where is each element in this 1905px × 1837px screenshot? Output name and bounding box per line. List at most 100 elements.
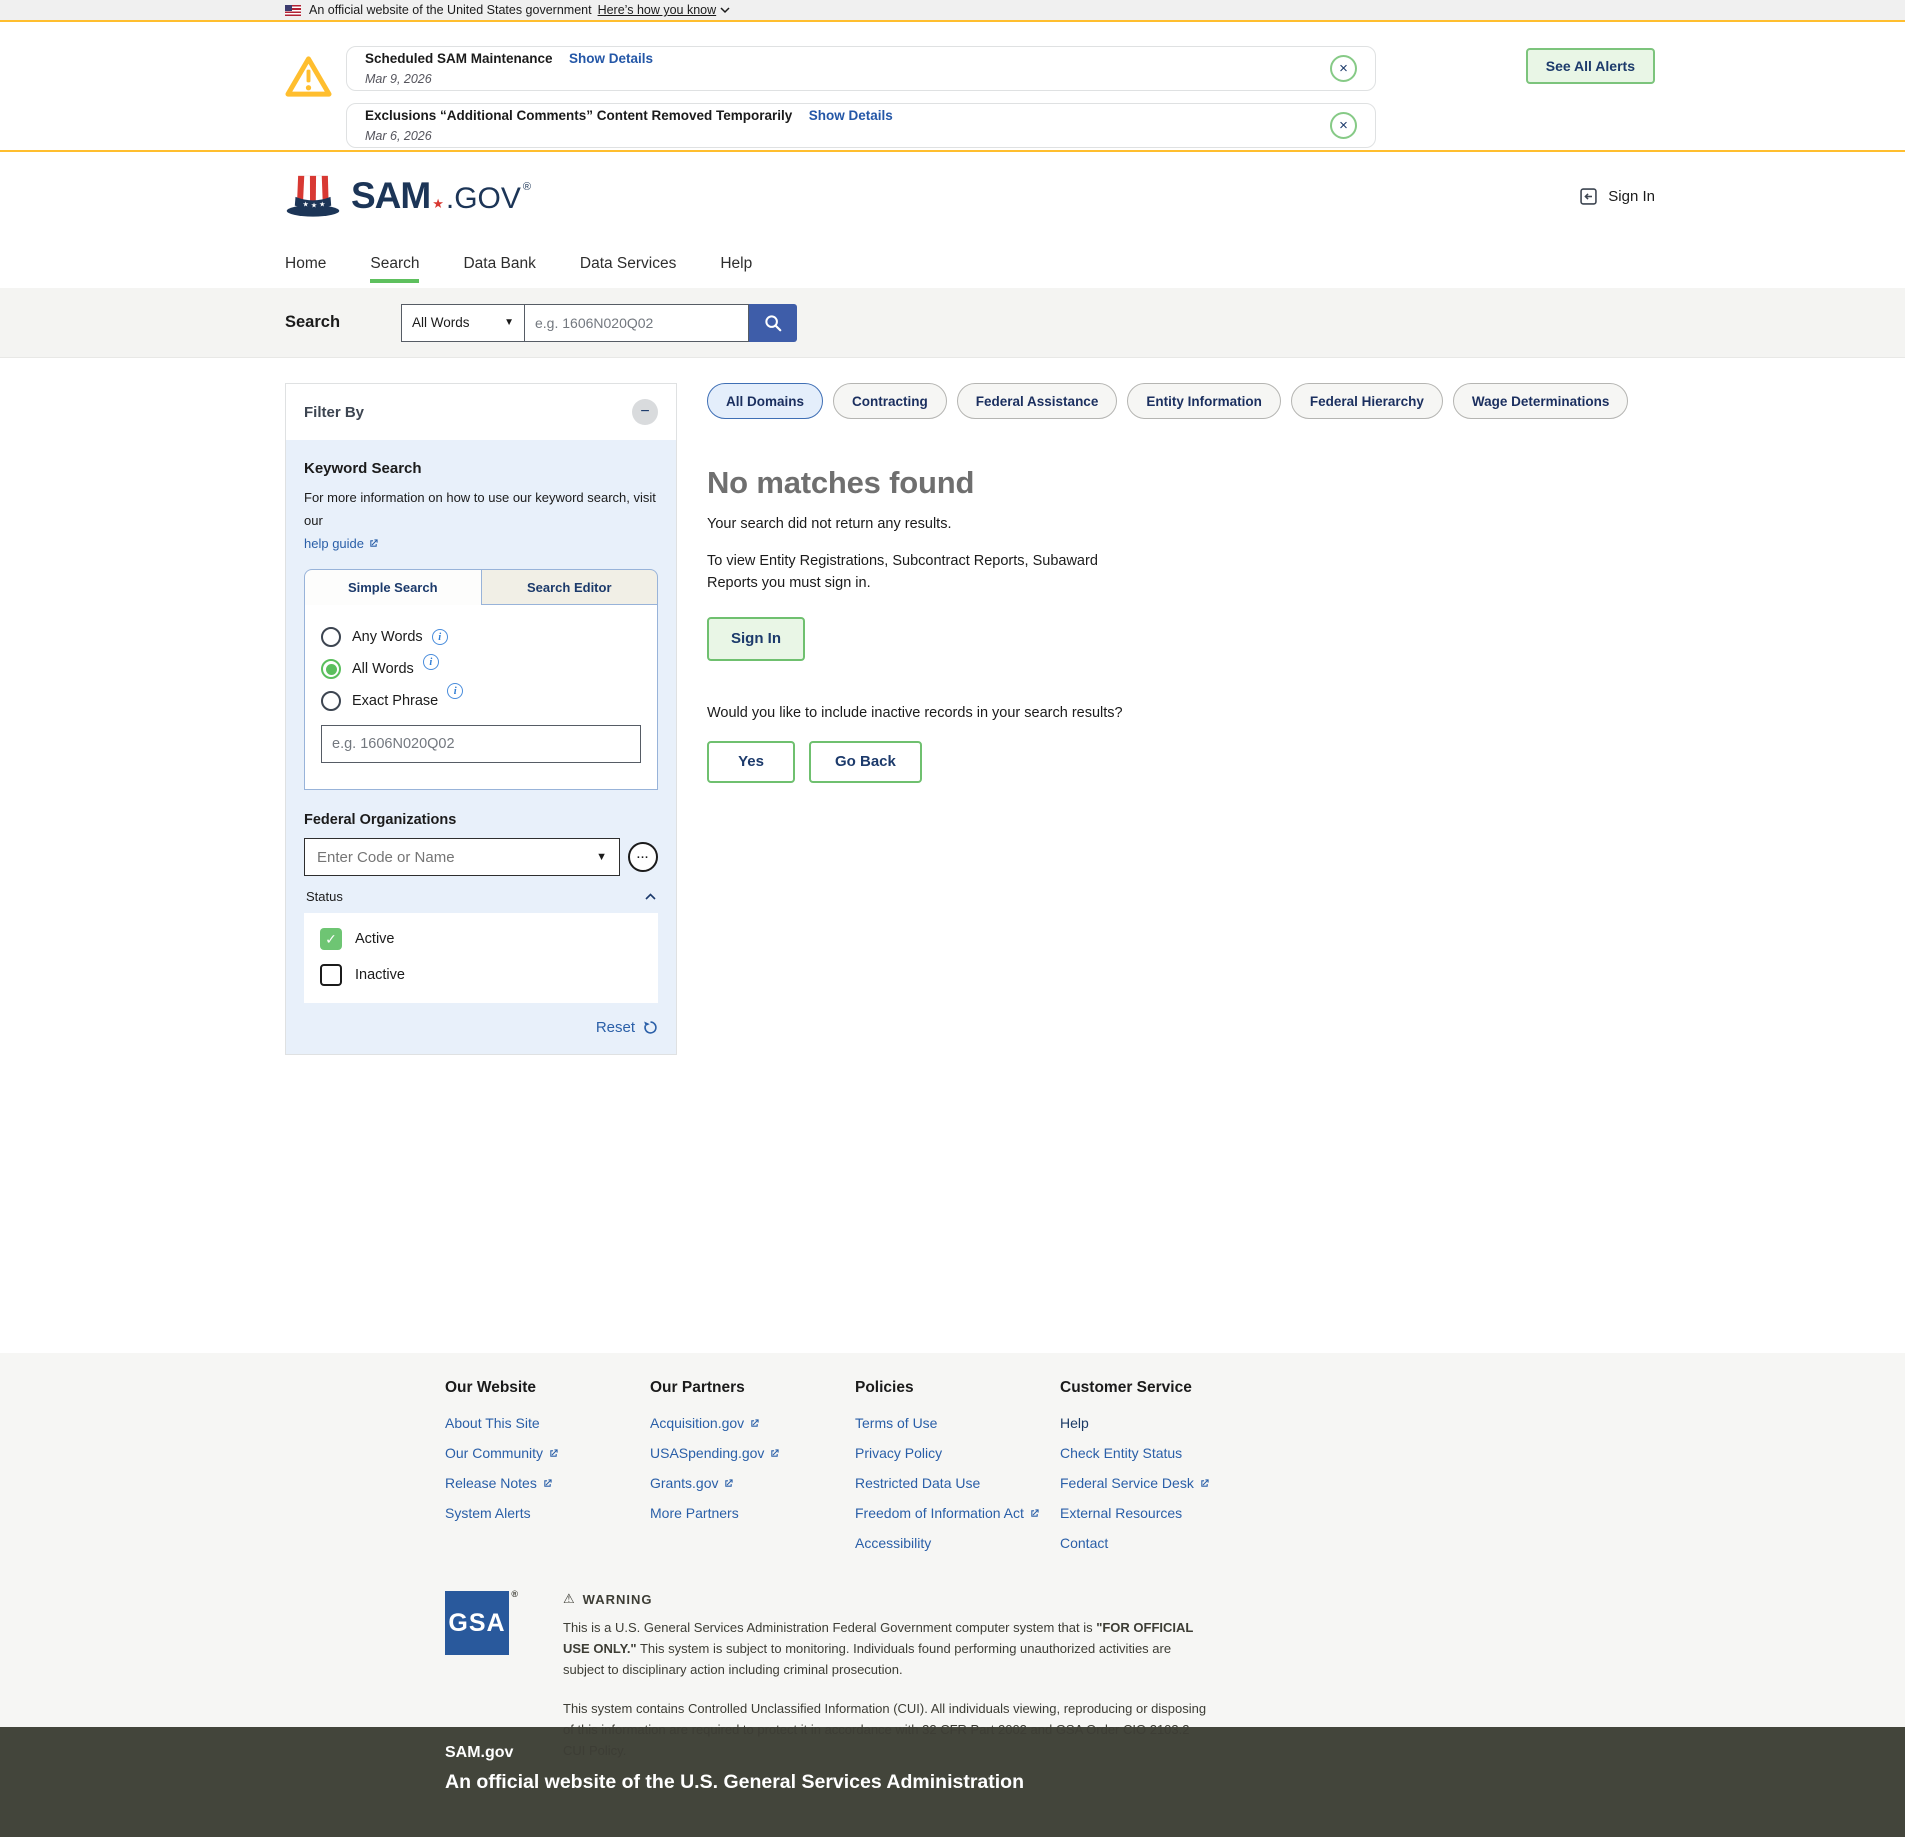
- search-label: Search: [285, 313, 341, 331]
- warning-paragraph-2: This system contains Controlled Unclassi…: [563, 1701, 1207, 1758]
- checkbox-active-label: Active: [355, 931, 395, 948]
- more-options-button[interactable]: ...: [628, 842, 658, 873]
- info-icon[interactable]: i: [431, 629, 448, 646]
- footer-link-usaspending-gov[interactable]: USASpending.gov: [650, 1445, 855, 1461]
- footer-col-our-partners: Our Partners Acquisition.gov USASpending…: [650, 1379, 855, 1565]
- collapse-filter-button[interactable]: −: [632, 399, 658, 425]
- close-icon[interactable]: ×: [1330, 112, 1357, 139]
- search-type-select[interactable]: All Words ▼: [401, 303, 525, 342]
- caret-down-icon: ▼: [504, 317, 514, 328]
- domain-tab-federal-assistance[interactable]: Federal Assistance: [956, 383, 1118, 419]
- search-button[interactable]: [749, 303, 797, 342]
- search-type-value: All Words: [412, 315, 470, 330]
- footer-link-federal-service-desk[interactable]: Federal Service Desk: [1060, 1475, 1265, 1491]
- checkbox-inactive-label: Inactive: [355, 967, 405, 984]
- alert-date: Mar 9, 2026: [365, 72, 432, 87]
- nav-item-data-bank[interactable]: Data Bank: [463, 240, 535, 288]
- radio-any-words-label: Any Words: [352, 629, 423, 646]
- footer-link-help[interactable]: Help: [1060, 1415, 1265, 1431]
- footer-link-foia[interactable]: Freedom of Information Act: [855, 1505, 1060, 1521]
- domain-tab-wage-determinations[interactable]: Wage Determinations: [1452, 383, 1629, 419]
- domain-tab-federal-hierarchy[interactable]: Federal Hierarchy: [1290, 383, 1443, 419]
- go-back-button[interactable]: Go Back: [809, 740, 922, 783]
- alert-title: Scheduled SAM Maintenance: [365, 51, 553, 67]
- domain-tab-contracting[interactable]: Contracting: [833, 383, 947, 419]
- keyword-search-heading: Keyword Search: [304, 460, 422, 477]
- footer-link-accessibility[interactable]: Accessibility: [855, 1535, 1060, 1551]
- search-input[interactable]: [525, 303, 749, 342]
- footer-heading: Customer Service: [1060, 1379, 1192, 1396]
- tab-search-editor[interactable]: Search Editor: [481, 569, 658, 606]
- keyword-info-text: For more information on how to use our k…: [304, 490, 656, 528]
- sign-in-button[interactable]: Sign In: [707, 616, 805, 661]
- logo-star-icon: ★: [432, 196, 444, 211]
- external-link-icon: [548, 1448, 559, 1459]
- domain-tabs: All Domains Contracting Federal Assistan…: [707, 383, 1655, 419]
- footer-heading: Policies: [855, 1379, 914, 1396]
- help-guide-link[interactable]: help guide: [304, 533, 379, 556]
- radio-exact-phrase-label: Exact Phrase: [352, 693, 439, 710]
- footer-link-contact[interactable]: Contact: [1060, 1535, 1265, 1551]
- domain-tab-all-domains[interactable]: All Domains: [707, 383, 824, 419]
- footer-link-more-partners[interactable]: More Partners: [650, 1505, 855, 1521]
- footer: Our Website About This Site Our Communit…: [0, 1353, 1905, 1758]
- external-link-icon: [723, 1478, 734, 1489]
- footer-link-terms-of-use[interactable]: Terms of Use: [855, 1415, 1060, 1431]
- main-content: Filter By − Keyword Search For more info…: [0, 358, 1905, 1353]
- footer-col-our-website: Our Website About This Site Our Communit…: [445, 1379, 650, 1565]
- minus-icon: −: [640, 403, 650, 420]
- footer-link-release-notes[interactable]: Release Notes: [445, 1475, 650, 1491]
- keyword-input[interactable]: [321, 725, 641, 764]
- tab-simple-search[interactable]: Simple Search: [304, 569, 482, 606]
- nav-item-home[interactable]: Home: [285, 240, 326, 288]
- chevron-up-icon[interactable]: [645, 893, 656, 900]
- federal-org-combobox[interactable]: Enter Code or Name ▼: [304, 838, 620, 877]
- warning-icon: ⚠: [563, 1591, 576, 1606]
- nav-item-search[interactable]: Search: [370, 240, 420, 288]
- registered-mark: ®: [511, 1589, 519, 1599]
- radio-all-words[interactable]: [321, 659, 341, 680]
- radio-any-words[interactable]: [321, 627, 341, 648]
- sign-in-link[interactable]: Sign In: [1578, 186, 1655, 207]
- footer-link-system-alerts[interactable]: System Alerts: [445, 1505, 650, 1521]
- search-section: Search All Words ▼: [0, 288, 1905, 358]
- sam-gov-logo[interactable]: ★ ★ ★ SAM ★ .GOV ®: [285, 172, 531, 220]
- radio-exact-phrase[interactable]: [321, 691, 341, 712]
- alerts-section: Scheduled SAM Maintenance Show Details M…: [0, 22, 1905, 152]
- footer-link-privacy-policy[interactable]: Privacy Policy: [855, 1445, 1060, 1461]
- close-icon[interactable]: ×: [1330, 55, 1357, 82]
- results-area: All Domains Contracting Federal Assistan…: [707, 383, 1655, 783]
- logo-sam-text: SAM: [351, 175, 431, 216]
- gsa-logo: GSA ®: [445, 1589, 518, 1655]
- footer-link-about-this-site[interactable]: About This Site: [445, 1415, 650, 1431]
- footer-link-acquisition-gov[interactable]: Acquisition.gov: [650, 1415, 855, 1431]
- nav-item-help[interactable]: Help: [720, 240, 752, 288]
- alert-show-details-link[interactable]: Show Details: [569, 51, 653, 66]
- checkbox-active[interactable]: ✓: [320, 928, 342, 951]
- alert-show-details-link[interactable]: Show Details: [809, 108, 893, 123]
- checkbox-inactive[interactable]: [320, 964, 342, 987]
- domain-tab-entity-information[interactable]: Entity Information: [1127, 383, 1281, 419]
- footer-link-check-entity-status[interactable]: Check Entity Status: [1060, 1445, 1265, 1461]
- info-icon[interactable]: i: [422, 654, 439, 671]
- footer-link-our-community[interactable]: Our Community: [445, 1445, 650, 1461]
- alert-item: Exclusions “Additional Comments” Content…: [346, 103, 1376, 148]
- registered-mark: ®: [522, 181, 532, 193]
- yes-button[interactable]: Yes: [707, 740, 795, 783]
- banner-how-you-know-link[interactable]: Here’s how you know: [598, 3, 717, 17]
- footer-link-restricted-data-use[interactable]: Restricted Data Use: [855, 1475, 1060, 1491]
- system-warning: ⚠ WARNING This is a U.S. General Service…: [563, 1591, 1208, 1762]
- info-icon[interactable]: i: [447, 683, 464, 700]
- svg-text:★: ★: [311, 201, 317, 209]
- reset-label: Reset: [595, 1019, 635, 1037]
- alert-title: Exclusions “Additional Comments” Content…: [365, 108, 793, 124]
- footer-link-grants-gov[interactable]: Grants.gov: [650, 1475, 855, 1491]
- federal-org-placeholder: Enter Code or Name: [317, 848, 455, 866]
- footer-link-external-resources[interactable]: External Resources: [1060, 1505, 1265, 1521]
- nav-item-data-services[interactable]: Data Services: [580, 240, 676, 288]
- reset-filters[interactable]: Reset: [304, 1019, 658, 1036]
- see-all-alerts-button[interactable]: See All Alerts: [1525, 48, 1655, 84]
- caret-down-icon: ▼: [596, 851, 607, 864]
- site-header: ★ ★ ★ SAM ★ .GOV ® Sign In: [0, 152, 1905, 240]
- login-icon: [1578, 186, 1599, 207]
